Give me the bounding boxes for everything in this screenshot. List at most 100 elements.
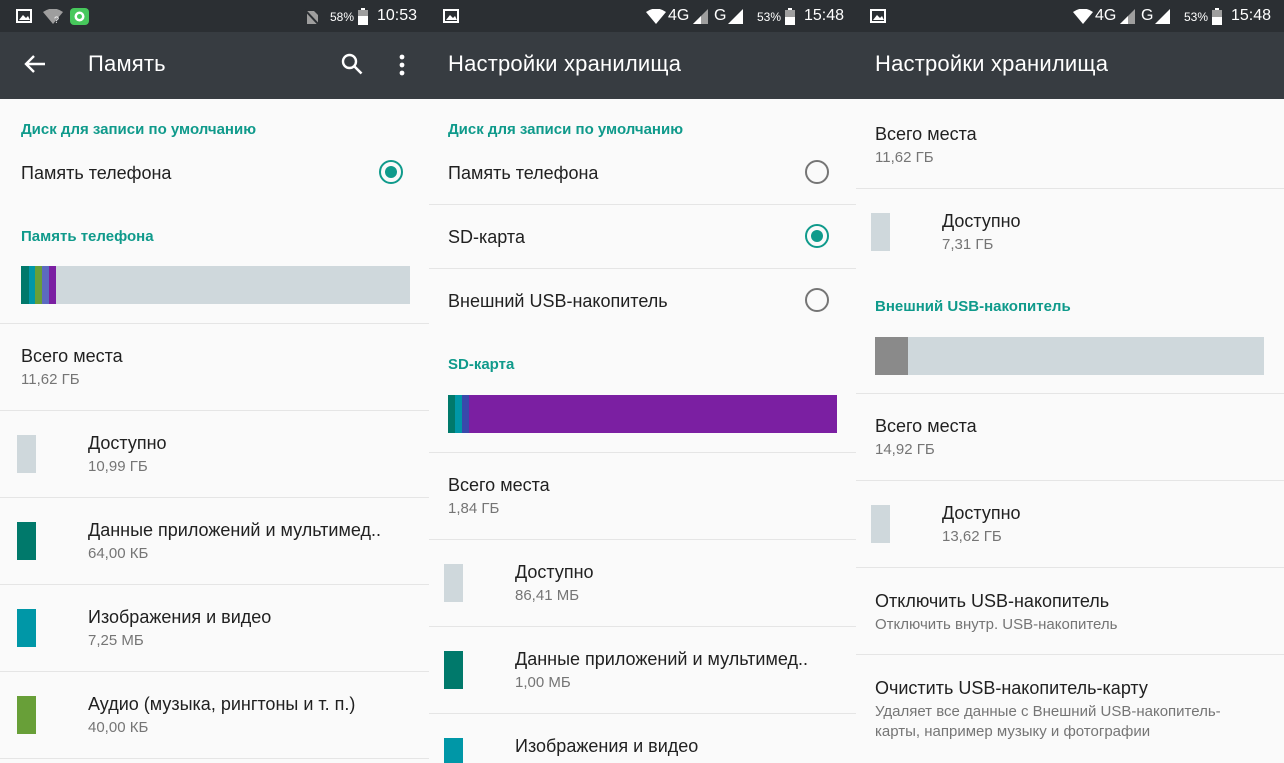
app-bar: Настройки хранилища <box>429 32 856 99</box>
page-title: Память <box>88 51 166 76</box>
color-swatch-images <box>17 609 36 647</box>
page-title: Настройки хранилища <box>448 51 682 76</box>
default-disk-option-phone[interactable]: Память телефона <box>0 149 429 199</box>
wifi-icon <box>1073 9 1093 24</box>
page-title: Настройки хранилища <box>875 51 1109 76</box>
color-swatch-images <box>444 738 463 763</box>
screen-storage-settings-sd: 4G G 53% 15:48 Настройки хранилища Диск … <box>429 0 856 763</box>
item-value: 40,00 КБ <box>88 719 149 736</box>
item-value: 10,99 ГБ <box>88 458 148 475</box>
app-notification-icon <box>70 8 89 25</box>
color-swatch-free <box>444 564 463 602</box>
status-bar: 4G G 53% 15:48 <box>429 0 856 32</box>
total-space-value: 11,62 ГБ <box>21 371 80 388</box>
item-label: Доступно <box>88 433 167 453</box>
battery-percent: 53% <box>1184 10 1209 24</box>
divider <box>0 758 429 759</box>
item-value: 7,25 МБ <box>88 632 144 649</box>
item-value: 64,00 КБ <box>88 545 149 562</box>
default-disk-option-phone[interactable]: Память телефона <box>429 149 856 204</box>
item-label: Аудио (музыка, рингтоны и т. п.) <box>88 694 356 714</box>
list-item-apps[interactable]: Данные приложений и мультимед.. 64,00 КБ <box>0 498 429 584</box>
color-swatch-free <box>17 435 36 473</box>
item-label: Доступно <box>942 503 1021 523</box>
bar-segment-used <box>875 337 908 375</box>
color-swatch-free <box>871 505 890 543</box>
option-label: Память телефона <box>21 163 172 183</box>
app-bar: Настройки хранилища <box>856 32 1284 99</box>
storage-usage-bar <box>21 266 410 304</box>
total-space-row[interactable]: Всего места 1,84 ГБ <box>429 453 856 539</box>
unmount-usb-item[interactable]: Отключить USB-накопитель Отключить внутр… <box>856 568 1284 654</box>
radio-button[interactable] <box>805 288 829 312</box>
status-bar: ? 58% 10:53 <box>0 0 429 32</box>
option-label: Внешний USB-накопитель <box>448 291 668 311</box>
sd-total-space-row[interactable]: Всего места 11,62 ГБ <box>856 99 1284 188</box>
signal-icon <box>1155 9 1170 24</box>
signal-icon <box>693 9 708 24</box>
item-value: 7,31 ГБ <box>942 236 994 253</box>
usb-list-item-free[interactable]: Доступно 13,62 ГБ <box>856 481 1284 567</box>
battery-icon <box>358 8 368 25</box>
radio-button[interactable] <box>805 160 829 184</box>
color-swatch-apps <box>17 522 36 560</box>
list-item-images[interactable]: Изображения и видео <box>429 714 856 763</box>
item-value: 86,41 МБ <box>515 587 580 604</box>
search-icon[interactable] <box>341 53 363 75</box>
clock: 15:48 <box>804 7 845 24</box>
battery-percent: 58% <box>330 10 355 24</box>
bar-segment-audio <box>35 266 42 304</box>
battery-icon <box>1212 8 1222 25</box>
gallery-notification-icon <box>16 9 32 23</box>
app-bar: Память <box>0 32 429 99</box>
arrow-back-icon[interactable] <box>24 54 46 74</box>
wifi-icon <box>646 9 666 24</box>
bar-segment-apps <box>448 395 455 433</box>
bar-segment-apps <box>21 266 29 304</box>
settings-list: Диск для записи по умолчанию Память теле… <box>0 99 429 763</box>
list-item-apps[interactable]: Данные приложений и мультимед.. 1,00 МБ <box>429 627 856 713</box>
erase-usb-item[interactable]: Очистить USB-накопитель-карту Удаляет вс… <box>856 655 1284 763</box>
item-subtitle-line2: карты, например музыку и фотографии <box>875 723 1151 740</box>
network-type-secondary: G <box>1141 7 1154 24</box>
settings-list: Диск для записи по умолчанию Память теле… <box>429 99 856 763</box>
more-vert-icon[interactable] <box>399 54 405 76</box>
default-disk-option-sd[interactable]: SD-карта <box>429 205 856 269</box>
network-type: 4G <box>1095 7 1117 24</box>
total-space-value: 11,62 ГБ <box>875 149 934 166</box>
section-header-sd-card: SD-карта <box>448 356 515 373</box>
color-swatch-free <box>871 213 890 251</box>
total-space-label: Всего места <box>21 346 123 366</box>
screen-storage-memory: ? 58% 10:53 Память Диск для записи по ум… <box>0 0 429 763</box>
bar-segment-misc <box>469 395 837 433</box>
item-label: Данные приложений и мультимед.. <box>515 649 808 669</box>
radio-button-selected[interactable] <box>805 224 829 248</box>
section-header-usb: Внешний USB-накопитель <box>875 298 1071 315</box>
item-subtitle-line1: Удаляет все данные с Внешний USB-накопит… <box>875 703 1221 720</box>
gallery-notification-icon <box>870 9 886 23</box>
item-label: Доступно <box>942 211 1021 231</box>
signal-icon <box>1120 9 1135 24</box>
item-title: Отключить USB-накопитель <box>875 591 1110 611</box>
radio-button-selected[interactable] <box>379 160 403 184</box>
list-item-images[interactable]: Изображения и видео 7,25 МБ <box>0 585 429 671</box>
sd-list-item-free[interactable]: Доступно 7,31 ГБ <box>856 189 1284 275</box>
total-space-value: 14,92 ГБ <box>875 441 935 458</box>
item-value: 1,00 МБ <box>515 674 571 691</box>
bar-segment-other <box>42 266 49 304</box>
color-swatch-audio <box>17 696 36 734</box>
clock: 10:53 <box>377 7 418 24</box>
status-bar: 4G G 53% 15:48 <box>856 0 1284 32</box>
item-value: 13,62 ГБ <box>942 528 1002 545</box>
total-space-row[interactable]: Всего места 11,62 ГБ <box>0 324 429 410</box>
list-item-free[interactable]: Доступно 86,41 МБ <box>429 540 856 626</box>
no-sim-icon <box>305 9 319 25</box>
usb-total-space-row[interactable]: Всего места 14,92 ГБ <box>856 394 1284 480</box>
bar-segment-misc <box>49 266 56 304</box>
list-item-audio[interactable]: Аудио (музыка, рингтоны и т. п.) 40,00 К… <box>0 672 429 758</box>
color-swatch-apps <box>444 651 463 689</box>
list-item-free[interactable]: Доступно 10,99 ГБ <box>0 411 429 497</box>
default-disk-option-usb[interactable]: Внешний USB-накопитель <box>429 269 856 333</box>
total-space-label: Всего места <box>875 124 977 144</box>
item-title: Очистить USB-накопитель-карту <box>875 678 1148 698</box>
